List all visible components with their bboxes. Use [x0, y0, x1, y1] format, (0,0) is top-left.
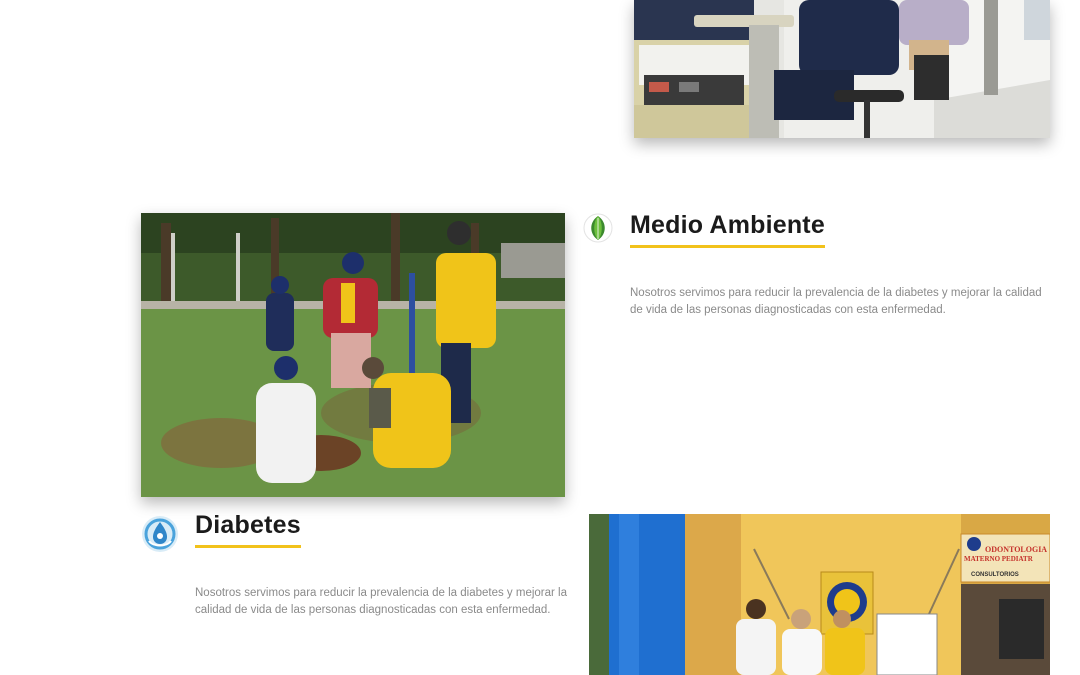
- clinic-sign-text-1: ODONTOLOGIA: [985, 545, 1047, 554]
- dental-clinic-photo: [634, 0, 1050, 138]
- section-title-diabetes: Diabetes: [195, 511, 301, 548]
- section-description-diabetes: Nosotros servimos para reducir la preval…: [195, 587, 568, 616]
- clinic-sign-text-3: CONSULTORIOS: [971, 572, 1019, 578]
- section-title-medio-ambiente: Medio Ambiente: [630, 211, 825, 248]
- section-description-medio-ambiente: Nosotros servimos para reducir la preval…: [630, 287, 1042, 316]
- tree-planting-photo: [141, 213, 565, 497]
- leaf-icon: [583, 213, 613, 243]
- clinic-entrance-photo: ODONTOLOGIA MATERNO PEDIATR CONSULTORIOS: [589, 514, 1050, 675]
- diabetes-drop-icon: [142, 516, 178, 552]
- clinic-sign-text-2: MATERNO PEDIATR: [964, 555, 1034, 563]
